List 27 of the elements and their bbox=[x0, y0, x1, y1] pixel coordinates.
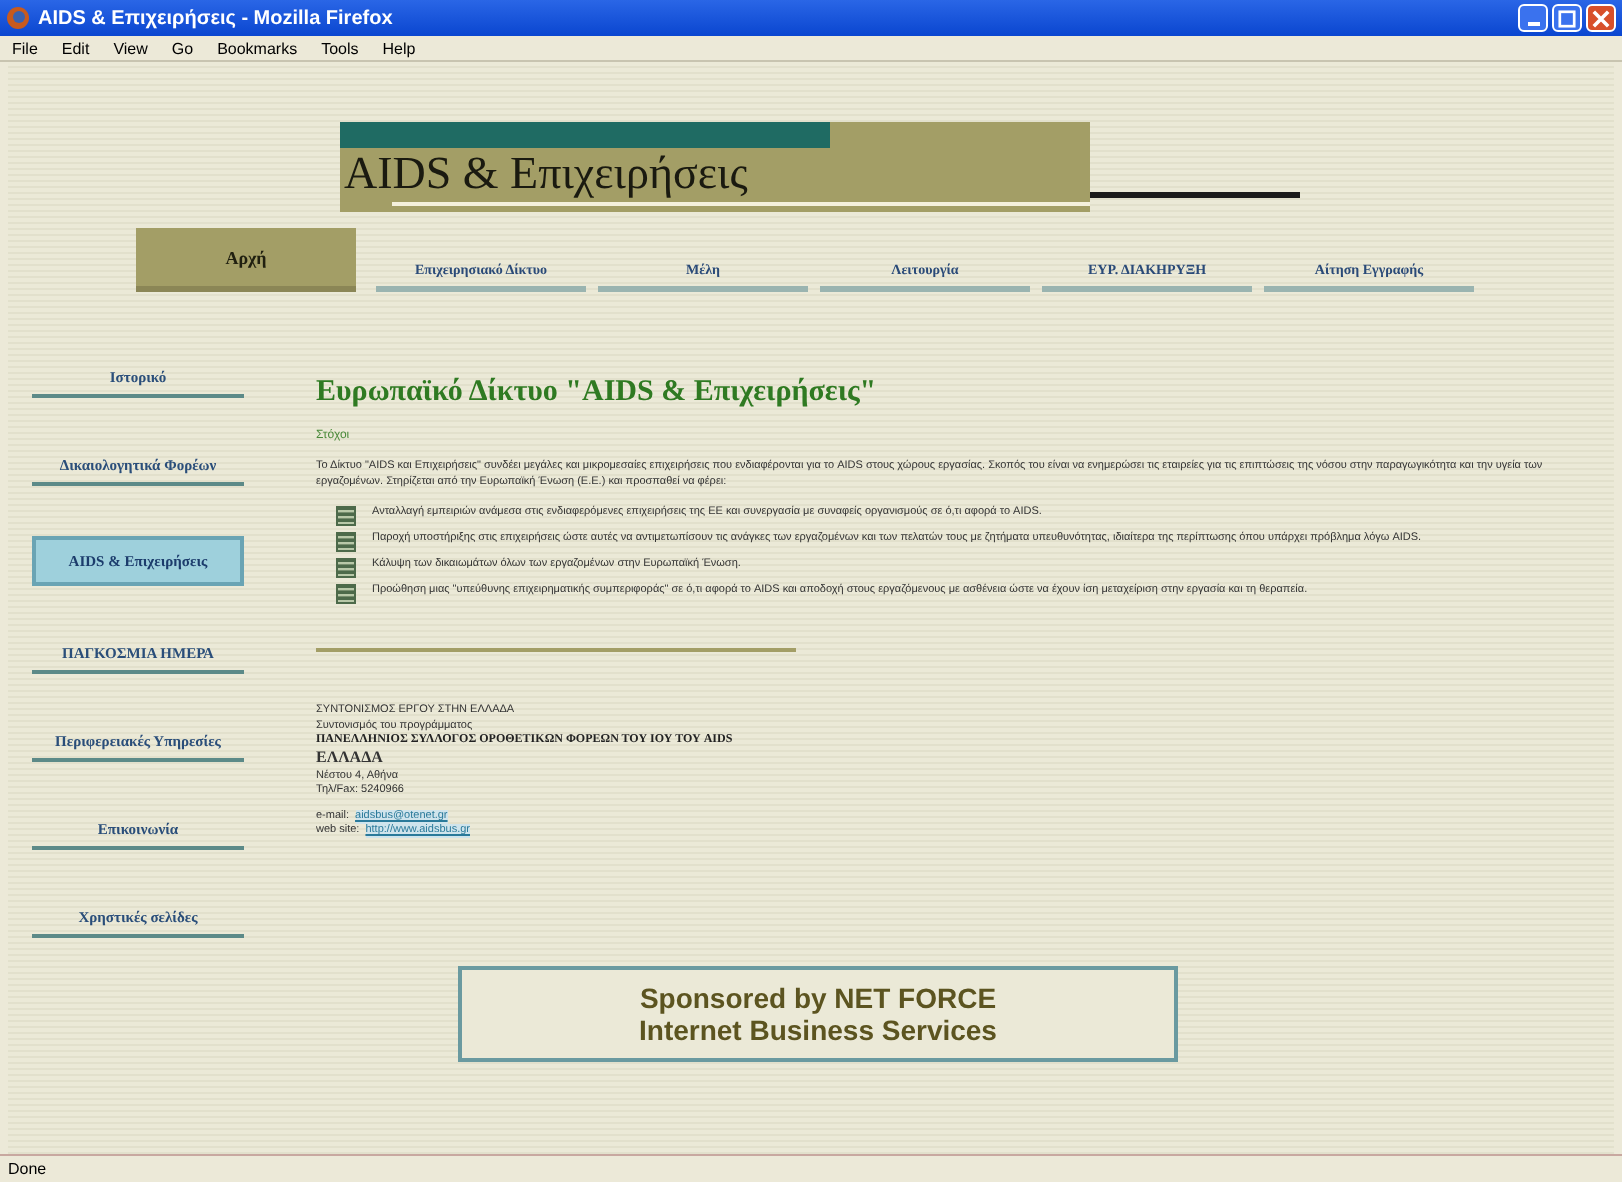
maximize-button[interactable] bbox=[1552, 4, 1582, 32]
menu-item[interactable]: Tools bbox=[321, 39, 359, 57]
minimize-button[interactable] bbox=[1518, 4, 1548, 32]
minimize-icon bbox=[1527, 21, 1539, 25]
site-title: AIDS & Επιχειρήσεις bbox=[342, 150, 748, 202]
country-name: ΕΛΛΑΔΑ bbox=[316, 748, 385, 769]
close-button[interactable] bbox=[1586, 4, 1616, 32]
article-heading: Ευρωπαϊκό Δίκτυο "AIDS & Επιχειρήσεις" bbox=[316, 376, 879, 410]
bullet-icon bbox=[336, 506, 356, 527]
menu-item[interactable]: Go bbox=[171, 39, 194, 57]
bullet-icon bbox=[336, 532, 356, 553]
sponsor-text: Internet Business Services bbox=[639, 1014, 997, 1047]
maximize-icon bbox=[1558, 9, 1576, 27]
bullet-icon bbox=[336, 584, 356, 605]
sponsor-banner[interactable]: Sponsored by NET FORCE Internet Business Services bbox=[458, 966, 1178, 1062]
window-title: AIDS & Επιχειρήσεις - Mozilla Firefox bbox=[38, 7, 395, 29]
browser-icon bbox=[6, 6, 30, 30]
menu-item[interactable]: Bookmarks bbox=[217, 39, 298, 57]
menu-item[interactable]: Edit bbox=[61, 39, 90, 57]
status-text: Done bbox=[8, 1160, 47, 1178]
menu-item[interactable]: View bbox=[113, 39, 148, 57]
menu-item[interactable]: Help bbox=[382, 39, 416, 57]
nav-tab[interactable]: Αρχή bbox=[136, 228, 356, 292]
menu-item[interactable]: File bbox=[12, 39, 38, 57]
bullet-icon bbox=[336, 558, 356, 579]
sponsor-text: Sponsored by NET FORCE bbox=[639, 981, 997, 1014]
close-icon bbox=[1592, 9, 1610, 27]
